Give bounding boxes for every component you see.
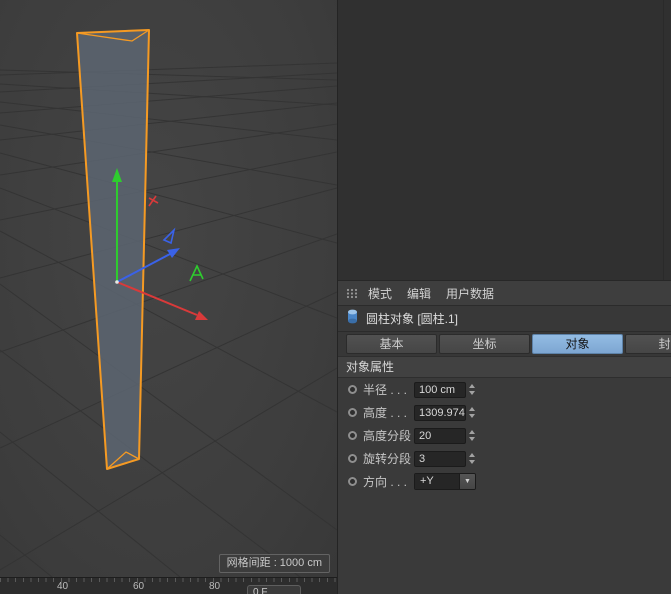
panel-edge-divider — [663, 0, 664, 280]
height-segments-stepper[interactable] — [469, 428, 475, 444]
field-row-rotation-segments: 旋转分段 3 — [338, 447, 671, 470]
height-segments-input[interactable]: 20 — [414, 427, 466, 444]
viewport-canvas — [0, 29, 337, 577]
timeline-tick-label: 60 — [133, 581, 145, 592]
section-object-properties: 对象属性 — [338, 356, 671, 378]
height-input[interactable]: 1309.974 — [414, 404, 466, 421]
field-row-height: 高度 . . . 1309.974 — [338, 401, 671, 424]
tab-caps[interactable]: 封顶 — [625, 334, 671, 354]
attribute-manager-panel: 模式 编辑 用户数据 圆柱对象 [圆柱.1] 基本 坐标 对象 封顶 对象属性 — [337, 0, 671, 594]
stepper-up-icon[interactable] — [469, 453, 475, 457]
stepper-down-icon[interactable] — [469, 437, 475, 441]
tab-basic[interactable]: 基本 — [346, 334, 437, 354]
attribute-tabs: 基本 坐标 对象 封顶 — [338, 332, 671, 356]
animation-knob-icon[interactable] — [348, 385, 357, 394]
field-label: 半径 . . . — [363, 383, 408, 397]
tab-object[interactable]: 对象 — [532, 334, 623, 354]
field-row-radius: 半径 . . . 100 cm — [338, 378, 671, 401]
axis-letter-x-icon — [148, 195, 159, 207]
axis-x-arrowhead — [195, 311, 208, 320]
axis-letter-y-icon — [189, 264, 204, 282]
chevron-down-icon: ▼ — [464, 478, 471, 485]
cylinder-object[interactable] — [76, 29, 150, 470]
height-stepper[interactable] — [469, 405, 475, 421]
orientation-dropdown[interactable]: +Y ▼ — [414, 473, 476, 490]
object-properties-fields: 半径 . . . 100 cm 高度 . . . 1309.974 高度分段 2… — [338, 378, 671, 493]
menu-user-data[interactable]: 用户数据 — [446, 285, 494, 302]
cylinder-object-icon — [346, 308, 359, 329]
object-origin-point — [115, 280, 119, 284]
stepper-down-icon[interactable] — [469, 460, 475, 464]
grid-spacing-label: 网格间距 : 1000 cm — [218, 554, 330, 573]
radius-stepper[interactable] — [469, 382, 475, 398]
stepper-down-icon[interactable] — [469, 414, 475, 418]
field-row-orientation: 方向 . . . +Y ▼ — [338, 470, 671, 493]
attribute-menu-bar: 模式 编辑 用户数据 — [338, 281, 671, 306]
animation-knob-icon[interactable] — [348, 454, 357, 463]
stepper-up-icon[interactable] — [469, 407, 475, 411]
timeline-tick-label: 40 — [57, 581, 69, 592]
timeline-tick-label: 80 — [209, 581, 221, 592]
viewport-3d[interactable]: 网格间距 : 1000 cm — [0, 0, 337, 577]
stepper-up-icon[interactable] — [469, 430, 475, 434]
application-window: 网格间距 : 1000 cm 40 60 80 0 F 模式 编辑 用户数据 圆… — [0, 0, 671, 594]
tab-coordinate[interactable]: 坐标 — [439, 334, 530, 354]
animation-knob-icon[interactable] — [348, 477, 357, 486]
menu-edit[interactable]: 编辑 — [407, 285, 431, 302]
object-title: 圆柱对象 [圆柱.1] — [366, 312, 459, 326]
empty-panel-area — [338, 0, 671, 281]
field-label: 方向 . . . — [363, 475, 408, 489]
field-row-height-segments: 高度分段 20 — [338, 424, 671, 447]
axis-letter-z-icon — [162, 227, 176, 245]
object-header-row: 圆柱对象 [圆柱.1] — [338, 306, 671, 332]
animation-knob-icon[interactable] — [348, 408, 357, 417]
menu-mode[interactable]: 模式 — [368, 285, 392, 302]
animation-knob-icon[interactable] — [348, 431, 357, 440]
field-label: 高度 . . . — [363, 406, 408, 420]
timeline-tick-marks — [0, 578, 337, 582]
stepper-up-icon[interactable] — [469, 384, 475, 388]
current-frame-field[interactable]: 0 F — [247, 585, 301, 594]
axis-letters — [148, 195, 204, 282]
timeline-ruler[interactable]: 40 60 80 0 F — [0, 577, 337, 594]
radius-input[interactable]: 100 cm — [414, 381, 466, 398]
field-label: 高度分段 — [363, 429, 412, 443]
rotation-segments-stepper[interactable] — [469, 451, 475, 467]
grip-dots-icon[interactable] — [346, 288, 359, 299]
field-label: 旋转分段 — [363, 452, 412, 466]
rotation-segments-input[interactable]: 3 — [414, 450, 466, 467]
dropdown-button[interactable]: ▼ — [459, 474, 475, 489]
grid-lines — [0, 62, 337, 577]
orientation-value: +Y — [415, 474, 459, 489]
stepper-down-icon[interactable] — [469, 391, 475, 395]
